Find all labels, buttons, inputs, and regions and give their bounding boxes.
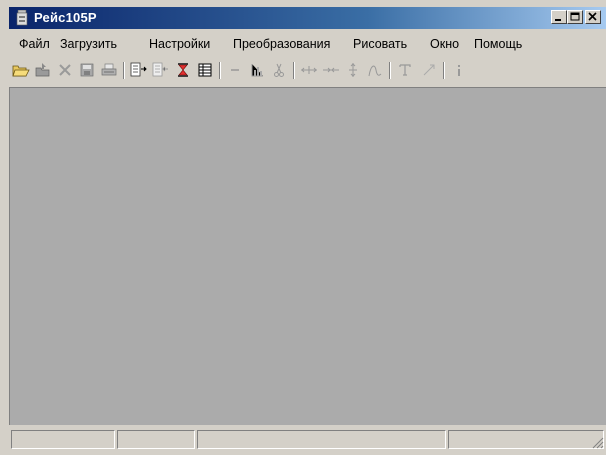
menu-load[interactable]: Загрузить — [60, 37, 117, 51]
import-button[interactable] — [151, 60, 171, 80]
app-icon — [16, 9, 28, 26]
toolbar-separator — [443, 62, 445, 79]
table-icon — [198, 63, 212, 77]
chart-button[interactable] — [247, 60, 267, 80]
minimize-icon — [555, 19, 561, 21]
table-button[interactable] — [195, 60, 215, 80]
mdi-client-area[interactable] — [9, 87, 606, 425]
cut-button[interactable] — [269, 60, 289, 80]
load-icon — [35, 63, 50, 77]
toolbar-separator — [293, 62, 295, 79]
print-button[interactable] — [99, 60, 119, 80]
merge-h-button[interactable] — [321, 60, 341, 80]
line-icon — [231, 69, 239, 71]
print-icon — [101, 63, 117, 76]
export-button[interactable] — [129, 60, 149, 80]
arrow-button[interactable] — [419, 60, 439, 80]
maximize-button[interactable] — [567, 10, 583, 24]
delete-icon — [59, 64, 71, 76]
cut-icon — [274, 63, 284, 77]
status-bar — [9, 430, 606, 451]
merge-h-icon — [323, 67, 339, 73]
export-icon — [130, 62, 147, 77]
toolbar-separator — [389, 62, 391, 79]
status-panel — [11, 430, 115, 449]
title-bar[interactable]: Рейс105Р — [9, 7, 606, 29]
curve-button[interactable] — [365, 60, 385, 80]
split-v-button[interactable] — [343, 60, 363, 80]
minimize-button[interactable] — [551, 10, 567, 24]
save-icon — [80, 63, 94, 77]
text-button[interactable] — [395, 60, 415, 80]
info-icon — [458, 65, 460, 76]
window-title: Рейс105Р — [34, 10, 97, 25]
toolbar-separator — [219, 62, 221, 79]
curve-icon — [368, 65, 382, 77]
status-panel — [117, 430, 195, 449]
arrow-icon — [423, 64, 435, 76]
info-button[interactable] — [449, 60, 469, 80]
close-icon — [588, 12, 597, 21]
menu-file[interactable]: Файл — [19, 37, 50, 51]
toolbar-separator — [123, 62, 125, 79]
status-panel — [197, 430, 446, 449]
open-folder-icon — [12, 65, 30, 77]
menu-help[interactable]: Помощь — [474, 37, 522, 51]
menu-window[interactable]: Окно — [430, 37, 459, 51]
load-button[interactable] — [33, 60, 53, 80]
toolbar — [9, 58, 606, 84]
main-window: Рейс105Р Файл Загрузить Настройки Преобр… — [0, 0, 606, 455]
text-icon — [399, 64, 411, 76]
menu-draw[interactable]: Рисовать — [353, 37, 407, 51]
hourglass-icon — [178, 63, 188, 77]
resize-grip-icon[interactable] — [592, 437, 604, 449]
hourglass-button[interactable] — [173, 60, 193, 80]
import-icon — [152, 62, 168, 77]
line-button[interactable] — [225, 60, 245, 80]
split-h-button[interactable] — [299, 60, 319, 80]
split-h-icon — [301, 66, 317, 74]
open-folder-button[interactable] — [11, 60, 31, 80]
maximize-icon — [570, 12, 580, 21]
save-button[interactable] — [77, 60, 97, 80]
menu-settings[interactable]: Настройки — [149, 37, 210, 51]
status-panel — [448, 430, 604, 449]
chart-icon — [251, 64, 263, 77]
menu-transforms[interactable]: Преобразования — [233, 37, 330, 51]
close-button[interactable] — [585, 10, 601, 24]
split-v-icon — [349, 63, 357, 77]
delete-button[interactable] — [55, 60, 75, 80]
menu-bar: Файл Загрузить Настройки Преобразования … — [9, 33, 606, 55]
